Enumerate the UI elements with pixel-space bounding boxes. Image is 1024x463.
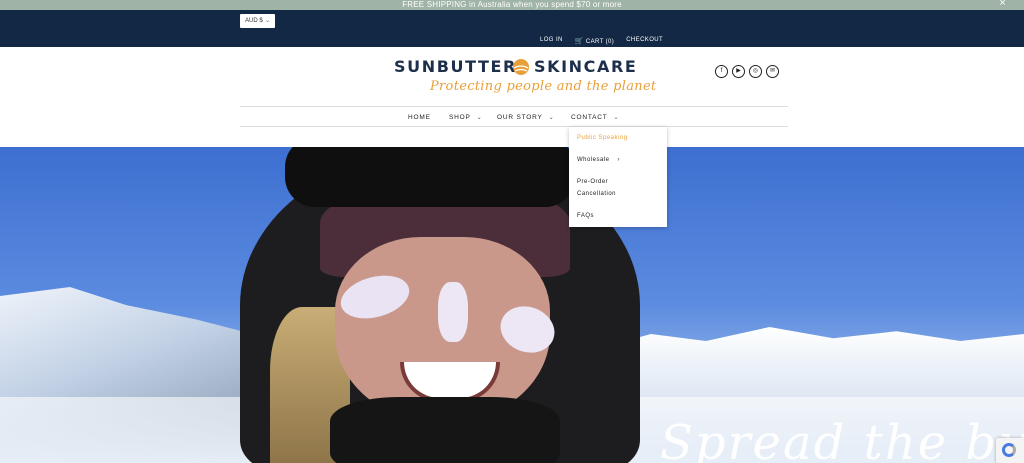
hero-scarf [330,397,560,463]
currency-selector[interactable]: AUD $ ⌄ [240,14,275,28]
top-bar: AUD $ ⌄ LOG IN 🛒 CART (0) CHECKOUT [0,10,1024,47]
announcement-bar: FREE SHIPPING in Australia when you spen… [0,0,1024,10]
nav-contact[interactable]: CONTACT ⌄ [571,114,619,121]
nav-home[interactable]: HOME [408,114,431,121]
hero-script-text: Spread the butter [660,415,1024,463]
nav-our-story[interactable]: OUR STORY ⌄ [497,114,554,121]
brand-name-left: SUNBUTTER [394,57,517,76]
chevron-down-icon: ⌄ [264,18,270,24]
chevron-down-icon: ⌄ [476,115,483,121]
chevron-down-icon: ⌄ [548,115,555,121]
menu-item-public-speaking[interactable]: Public Speaking [577,132,628,144]
nav-contact-label: CONTACT [571,114,608,121]
account-links: LOG IN 🛒 CART (0) CHECKOUT [540,37,663,45]
hero-sunscreen-nose [438,282,468,342]
hero-image: Spread the butter [0,147,1024,463]
hero-goggles [285,147,575,207]
menu-item-wholesale-label: Wholesale [577,157,610,163]
menu-item-preorder-line2: Cancellation [577,191,617,197]
sun-icon [513,59,529,75]
recaptcha-badge[interactable] [996,438,1024,463]
announcement-text: FREE SHIPPING in Australia when you spen… [402,0,622,9]
menu-item-preorder-cancellation[interactable]: Pre-Order Cancellation [577,176,616,200]
nav-shop-label: SHOP [449,114,471,121]
menu-item-wholesale[interactable]: Wholesale › [577,154,620,166]
currency-value: AUD $ [245,18,263,24]
login-link[interactable]: LOG IN [540,37,563,45]
cart-icon: 🛒 [574,38,584,45]
nav-shop[interactable]: SHOP ⌄ [449,114,482,121]
chevron-down-icon: ⌄ [613,115,620,121]
brand-name-right: SKINCARE [534,57,638,76]
cart-link[interactable]: 🛒 CART (0) [575,37,614,45]
menu-item-preorder-line1: Pre-Order [577,179,609,185]
close-icon[interactable]: × [999,0,1006,9]
nav-home-label: HOME [408,114,431,121]
instagram-icon[interactable]: ◎ [749,65,762,78]
recaptcha-icon [1002,443,1016,457]
email-icon[interactable]: ✉ [766,65,779,78]
youtube-icon[interactable]: ▶ [732,65,745,78]
contact-dropdown: Public Speaking Wholesale › Pre-Order Can… [569,127,667,227]
site-header: SUNBUTTER SKINCARE Protecting people and… [0,47,1024,147]
menu-item-faqs[interactable]: FAQs [577,210,594,222]
facebook-icon[interactable]: f [715,65,728,78]
checkout-link[interactable]: CHECKOUT [626,37,663,45]
social-links: f ▶ ◎ ✉ [715,65,779,78]
main-nav: HOME SHOP ⌄ OUR STORY ⌄ CONTACT ⌄ [240,106,788,127]
brand-tagline: Protecting people and the planet [430,79,657,94]
chevron-right-icon: › [617,157,621,163]
nav-our-story-label: OUR STORY [497,114,543,121]
cart-label: CART (0) [585,39,615,45]
